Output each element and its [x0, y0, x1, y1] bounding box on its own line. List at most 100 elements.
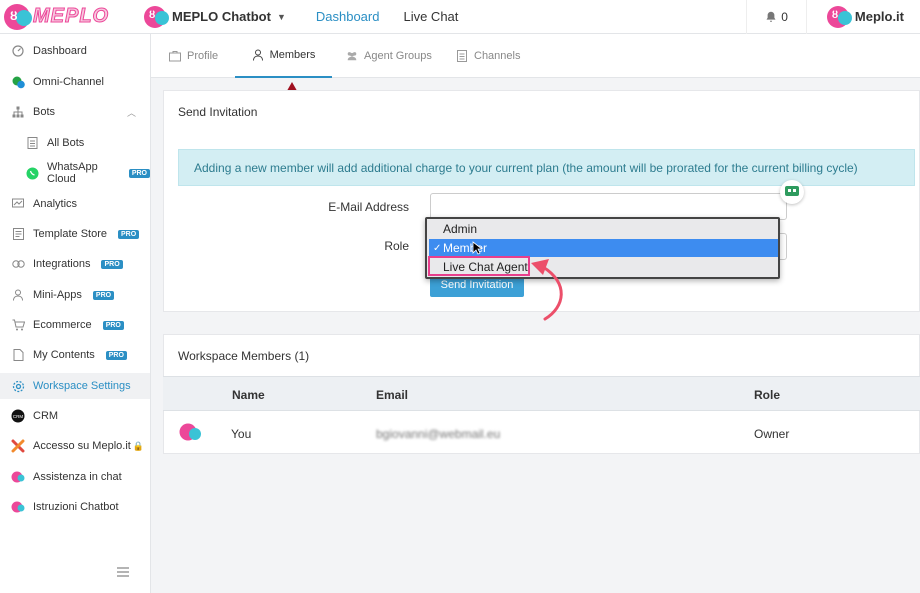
sidebar-item-label: Istruzioni Chatbot	[33, 501, 119, 513]
sidebar-item-whatsapp-cloud[interactable]: WhatsApp Cloud PRO	[0, 160, 150, 186]
user-icon	[11, 288, 25, 302]
sidebar-item-bots[interactable]: Bots ︿	[0, 99, 150, 125]
pro-badge: PRO	[92, 290, 115, 300]
tab-profile[interactable]: Profile	[169, 34, 218, 78]
account-avatar: ȣ	[826, 5, 852, 28]
pro-badge: PRO	[117, 229, 140, 239]
user-icon	[252, 49, 263, 61]
nav-dashboard[interactable]: Dashboard	[316, 9, 380, 24]
email-input[interactable]	[430, 193, 787, 220]
briefcase-icon	[169, 51, 181, 62]
tab-label: Profile	[187, 50, 219, 62]
sidebar-item-label: Accesso su Meplo.it	[33, 440, 131, 452]
account-name: Meplo.it	[854, 9, 904, 24]
sidebar-item-analytics[interactable]: Analytics	[0, 191, 150, 217]
role-label: Role	[384, 239, 409, 253]
card-title: Workspace Members (1)	[178, 349, 310, 363]
sidebar-item-label: Ecommerce	[33, 319, 92, 331]
meplo-x-icon	[11, 439, 25, 453]
logo-text: MEPLO	[32, 5, 110, 28]
assistant-widget[interactable]	[780, 180, 804, 204]
mouse-pointer-icon	[472, 241, 482, 255]
caret-down-icon: ▼	[276, 11, 286, 22]
sidebar-item-label: Workspace Settings	[33, 380, 131, 392]
sidebar-item-label: Assistenza in chat	[33, 471, 122, 483]
top-bar: ȣ MEPLO ȣ MEPLO Chatbot ▼ Dashboard Live…	[0, 0, 920, 34]
sidebar-item-integrations[interactable]: Integrations PRO	[0, 251, 150, 277]
pro-badge: PRO	[101, 259, 123, 269]
members-table-header: Name Email Role	[163, 376, 920, 411]
dashboard-icon	[11, 44, 25, 58]
whatsapp-icon	[25, 166, 39, 180]
column-header-role: Role	[754, 388, 781, 402]
meplo-logo-icon	[179, 423, 201, 441]
meplo-logo-icon	[11, 470, 25, 484]
sidebar-item-label: Integrations	[33, 258, 91, 270]
sidebar-item-label: My Contents	[33, 349, 95, 361]
tab-agent-groups[interactable]: Agent Groups	[346, 34, 432, 78]
bot-selector[interactable]: ȣ MEPLO Chatbot ▼	[144, 5, 286, 28]
logo[interactable]: ȣ MEPLO	[0, 0, 150, 34]
member-email: bgiovanni@webmail.eu	[376, 427, 501, 441]
bot-name: MEPLO Chatbot	[172, 9, 271, 24]
bot-avatar: ȣ	[144, 5, 169, 28]
template-icon	[11, 227, 25, 241]
pro-badge: PRO	[128, 168, 150, 178]
users-icon	[347, 52, 357, 61]
annotation-curved-arrow-icon	[531, 259, 563, 321]
pro-badge: PRO	[105, 350, 127, 360]
tab-members[interactable]: Members	[235, 34, 332, 78]
sidebar-item-assistenza[interactable]: Assistenza in chat	[0, 464, 150, 490]
account-menu[interactable]: ȣ Meplo.it	[807, 5, 920, 28]
sidebar-item-my-contents[interactable]: My Contents PRO	[0, 342, 150, 368]
lock-icon: 🔒	[132, 440, 145, 451]
document-icon	[25, 136, 39, 150]
role-option-admin[interactable]: Admin	[429, 220, 778, 238]
sidebar-item-dashboard[interactable]: Dashboard	[0, 38, 150, 64]
crm-icon: CRM	[11, 409, 25, 423]
sidebar-item-label: All Bots	[47, 137, 85, 149]
sidebar: Dashboard Omni-Channel Bots ︿ All Bots W…	[0, 34, 151, 593]
settings-tabs: Profile Members Agent Groups Channels	[151, 34, 920, 78]
analytics-icon	[11, 197, 25, 211]
member-role: Owner	[754, 427, 790, 441]
annotation-highlight	[428, 256, 530, 276]
notification-count: 0	[781, 9, 788, 24]
sidebar-item-label: Analytics	[33, 198, 78, 210]
email-label: E-Mail Address	[328, 200, 409, 214]
card-title: Send Invitation	[178, 105, 258, 119]
pro-badge: PRO	[102, 320, 124, 330]
collapse-menu-icon[interactable]	[117, 567, 129, 577]
chevron-up-icon: ︿	[126, 107, 136, 118]
tab-label: Channels	[474, 50, 521, 62]
gear-icon	[11, 379, 25, 393]
sidebar-item-all-bots[interactable]: All Bots	[0, 130, 150, 156]
notifications-button[interactable]: 0	[746, 0, 807, 34]
member-name: You	[231, 427, 252, 441]
chat-bubbles-icon	[11, 75, 25, 89]
sidebar-item-accesso[interactable]: Accesso su Meplo.it 🔒	[0, 433, 150, 459]
sidebar-item-mini-apps[interactable]: Mini-Apps PRO	[0, 282, 150, 308]
tab-label: Members	[269, 49, 316, 61]
svg-text:CRM: CRM	[13, 414, 23, 419]
chat-assistant-icon	[785, 186, 799, 196]
sidebar-item-template-store[interactable]: Template Store PRO	[0, 221, 150, 247]
sidebar-item-label: Mini-Apps	[33, 289, 82, 301]
sidebar-item-workspace-settings[interactable]: Workspace Settings	[0, 373, 150, 399]
column-header-email: Email	[376, 388, 409, 402]
file-icon	[11, 348, 25, 362]
sitemap-icon	[11, 105, 25, 119]
sidebar-item-label: Omni-Channel	[33, 76, 104, 88]
sidebar-item-crm[interactable]: CRM CRM	[0, 403, 150, 429]
meplo-logo-icon: ȣ	[4, 3, 32, 30]
sidebar-item-omni-channel[interactable]: Omni-Channel	[0, 69, 150, 95]
cart-icon	[11, 318, 25, 332]
tab-channels[interactable]: Channels	[456, 34, 520, 78]
sidebar-item-label: Dashboard	[33, 45, 87, 57]
bell-icon	[766, 11, 776, 22]
sidebar-item-ecommerce[interactable]: Ecommerce PRO	[0, 312, 150, 338]
sidebar-item-istruzioni[interactable]: Istruzioni Chatbot	[0, 494, 150, 520]
meplo-logo-icon	[11, 500, 25, 514]
nav-live-chat[interactable]: Live Chat	[403, 9, 458, 24]
top-nav: Dashboard Live Chat	[316, 9, 459, 24]
